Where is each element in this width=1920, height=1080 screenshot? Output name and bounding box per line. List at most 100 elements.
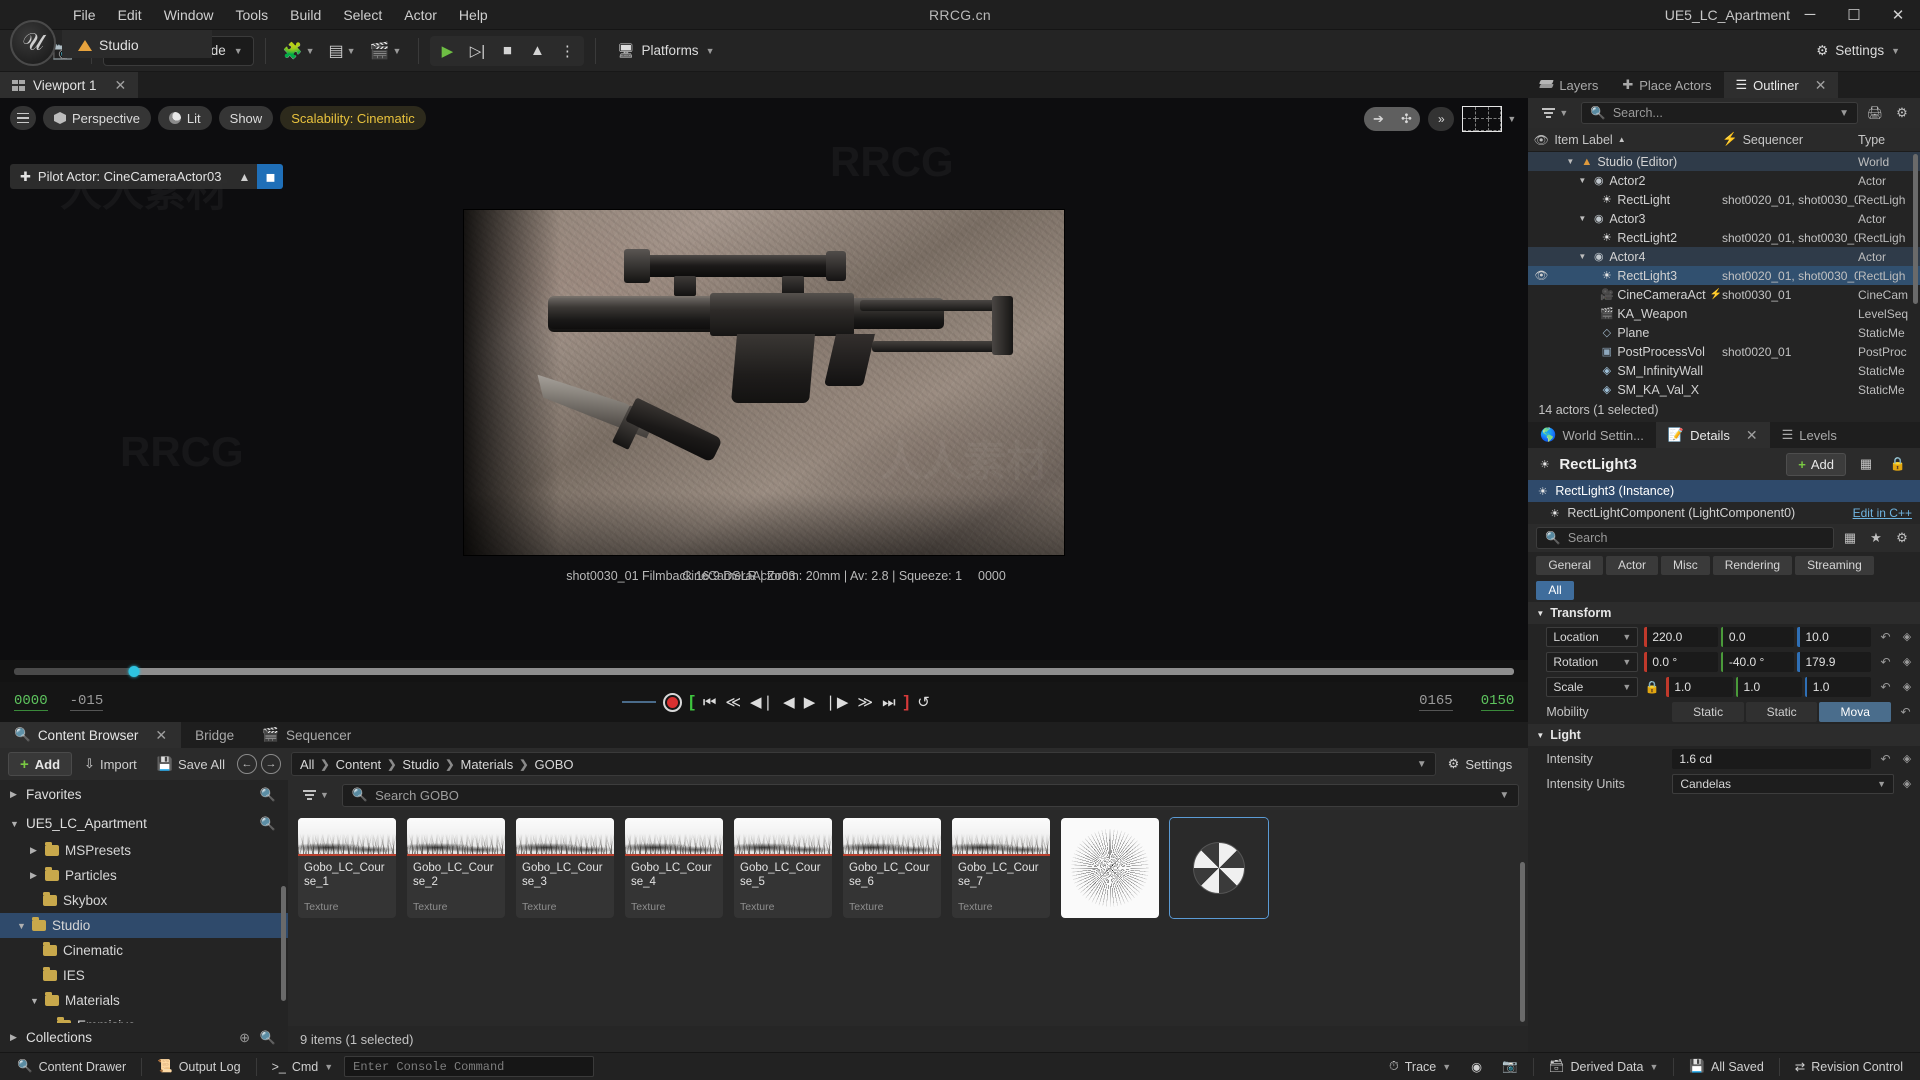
skip-button[interactable]: ▷|: [462, 36, 492, 66]
maximize-button[interactable]: ☐: [1832, 0, 1876, 30]
menu-file[interactable]: File: [62, 4, 107, 26]
outliner-row-actor3[interactable]: ▼ ◉ Actor3 Actor: [1528, 209, 1920, 228]
outliner-tree[interactable]: ▼ ▲ Studio (Editor) World ▼ ◉ Actor2 Act…: [1528, 152, 1920, 398]
show-flags-dropdown[interactable]: Show: [218, 106, 274, 130]
asset-tile-selected[interactable]: [1169, 817, 1269, 919]
scale-lock-icon[interactable]: 🔒: [1644, 680, 1660, 694]
menu-select[interactable]: Select: [332, 4, 393, 26]
asset-tile[interactable]: Gobo_LC_Course_1 Texture: [298, 818, 396, 918]
details-component-row[interactable]: ☀ RectLightComponent (LightComponent0) E…: [1528, 502, 1920, 524]
cinematics-button[interactable]: 🎬 ▼: [364, 35, 408, 67]
scrub-track[interactable]: [14, 665, 1515, 677]
derived-data-button[interactable]: 🗃 Derived Data ▼: [1540, 1056, 1668, 1078]
content-drawer-button[interactable]: 🔍 Content Drawer: [8, 1056, 135, 1078]
breadcrumb-studio[interactable]: Studio: [402, 757, 439, 772]
intensity-units-dropdown[interactable]: Candelas ▼: [1672, 773, 1894, 794]
filter-chip-general[interactable]: General: [1536, 555, 1604, 575]
folder-tree-scrollbar[interactable]: [281, 886, 286, 1001]
tab-details[interactable]: 📝 Details ✕: [1655, 422, 1770, 448]
chevron-down-icon[interactable]: ▼: [1417, 759, 1427, 770]
asset-tile[interactable]: Gobo_LC_Course_7 Texture: [952, 818, 1050, 918]
out-bracket-icon[interactable]: ]: [904, 692, 910, 712]
outliner-row-ka-weapon[interactable]: 🎬 KA_Weapon LevelSeq: [1528, 304, 1920, 323]
chevron-down-icon[interactable]: ▼: [1578, 176, 1588, 185]
folder-tree-scroll[interactable]: ▶ MSPresets ▶ Particles Skybox ▼ Studio …: [0, 838, 288, 1023]
keyframe-rotation-icon[interactable]: ◈: [1900, 655, 1914, 668]
close-icon[interactable]: ✕: [155, 727, 167, 744]
in-bracket-icon[interactable]: [: [689, 692, 695, 712]
filter-chip-rendering[interactable]: Rendering: [1712, 555, 1793, 575]
reset-rotation-icon[interactable]: ↶: [1877, 655, 1894, 669]
type-column[interactable]: Type: [1858, 133, 1920, 147]
revision-control-button[interactable]: ⇄ Revision Control: [1786, 1056, 1912, 1078]
platforms-button[interactable]: 🖥 Platforms ▼: [607, 35, 724, 67]
tab-content-browser[interactable]: 🔍 Content Browser ✕: [0, 722, 182, 748]
tree-item-materials[interactable]: ▼ Materials: [0, 988, 288, 1013]
search-icon[interactable]: 🔍: [260, 816, 276, 832]
scalability-dropdown[interactable]: Scalability: Cinematic: [280, 106, 426, 130]
close-button[interactable]: ✕: [1876, 0, 1920, 30]
tree-item-cinematic[interactable]: Cinematic: [0, 938, 288, 963]
visibility-toggle[interactable]: 👁: [1528, 269, 1554, 282]
menu-build[interactable]: Build: [279, 4, 332, 26]
next-key-button[interactable]: ≫: [856, 693, 874, 711]
total-frame-field[interactable]: 0150: [1480, 693, 1515, 711]
save-all-button[interactable]: 💾 Save All: [149, 752, 233, 776]
filter-chip-streaming[interactable]: Streaming: [1795, 555, 1874, 575]
breadcrumb-materials[interactable]: Materials: [461, 757, 514, 772]
menu-help[interactable]: Help: [448, 4, 499, 26]
tree-item-studio[interactable]: ▼ Studio: [0, 913, 288, 938]
outliner-row-postprocessvolume[interactable]: ▣ PostProcessVol shot0020_01 PostProc: [1528, 342, 1920, 361]
tree-item-skybox[interactable]: Skybox: [0, 888, 288, 913]
current-frame-field[interactable]: 0000: [14, 693, 48, 711]
outliner-row-rectlight2[interactable]: ☀ RectLight2 shot0020_01, shot0030_0 Rec…: [1528, 228, 1920, 247]
aspect-ratio-control[interactable]: ▼: [1462, 106, 1516, 132]
tab-world-settings[interactable]: 🌎 World Settin...: [1528, 422, 1656, 448]
mobility-static-button[interactable]: Static: [1672, 701, 1744, 722]
keyframe-units-icon[interactable]: ◈: [1900, 777, 1914, 790]
chevron-down-icon[interactable]: ▼: [1578, 214, 1588, 223]
outliner-search-input[interactable]: 🔍 Search... ▼: [1581, 102, 1858, 124]
tab-sequencer[interactable]: 🎬 Sequencer: [248, 722, 365, 748]
mobility-movable-button[interactable]: Mova: [1819, 701, 1891, 722]
viewport-3d[interactable]: 人人素材 RRCG RRCG 人人素材: [0, 98, 1529, 660]
asset-tile[interactable]: Gobo_LC_Course_2 Texture: [407, 818, 505, 918]
chevron-down-icon[interactable]: ▼: [1839, 108, 1849, 119]
close-icon[interactable]: ✕: [115, 77, 127, 94]
settings-button[interactable]: ⚙ Settings ▼: [1808, 35, 1908, 67]
perspective-dropdown[interactable]: Perspective: [43, 106, 151, 130]
breadcrumb-all[interactable]: All: [300, 757, 314, 772]
rotation-dropdown[interactable]: Rotation ▼: [1546, 651, 1639, 672]
move-gizmo-icon[interactable]: ✣: [1392, 107, 1421, 131]
project-tab-studio[interactable]: Studio: [62, 30, 212, 58]
scale-x-field[interactable]: 1.0: [1666, 676, 1733, 697]
edit-in-cpp-link[interactable]: Edit in C++: [1853, 506, 1912, 520]
location-y-field[interactable]: 0.0: [1720, 626, 1795, 647]
tree-item-ies[interactable]: IES: [0, 963, 288, 988]
timeline-scrub-bar[interactable]: [0, 660, 1529, 682]
select-arrow-icon[interactable]: ➔: [1364, 107, 1393, 131]
outliner-filter-button[interactable]: ▼: [1536, 102, 1574, 124]
tree-item-emmisive[interactable]: Emmisive: [0, 1013, 288, 1023]
play-options-button[interactable]: ⋮: [552, 36, 582, 66]
asset-tile[interactable]: Gobo_LC_Course_4 Texture: [625, 818, 723, 918]
playhead-handle[interactable]: [128, 665, 140, 677]
camera-icon[interactable]: ◼: [257, 164, 284, 189]
add-collection-icon[interactable]: ⊕: [239, 1030, 250, 1046]
sequencer-column[interactable]: ⚡ Sequencer: [1722, 132, 1858, 147]
favorites-star-icon[interactable]: ★: [1866, 530, 1886, 546]
content-browser-settings-button[interactable]: ⚙ Settings: [1440, 752, 1521, 776]
outliner-row-cinecameraactor[interactable]: 🎥 CineCameraAct ⚡ shot0030_01 CineCam: [1528, 285, 1920, 304]
filter-button[interactable]: ▼: [297, 784, 335, 806]
asset-search-input[interactable]: 🔍 Search GOBO ▼: [341, 783, 1520, 807]
filter-chip-all[interactable]: All: [1536, 580, 1574, 600]
add-actor-button[interactable]: 🧩 ▼: [277, 35, 321, 67]
forward-button[interactable]: →: [260, 754, 281, 774]
blueprint-edit-icon[interactable]: ▦: [1854, 453, 1878, 476]
import-button[interactable]: ⇩ Import: [76, 752, 145, 776]
asset-tile[interactable]: Gobo_LC_Course_3 Texture: [516, 818, 614, 918]
outliner-scrollbar[interactable]: [1913, 154, 1918, 304]
tab-outliner[interactable]: ☰ Outliner ✕: [1723, 72, 1839, 98]
reset-scale-icon[interactable]: ↶: [1877, 680, 1894, 694]
lock-icon[interactable]: 🔒: [1886, 453, 1910, 476]
